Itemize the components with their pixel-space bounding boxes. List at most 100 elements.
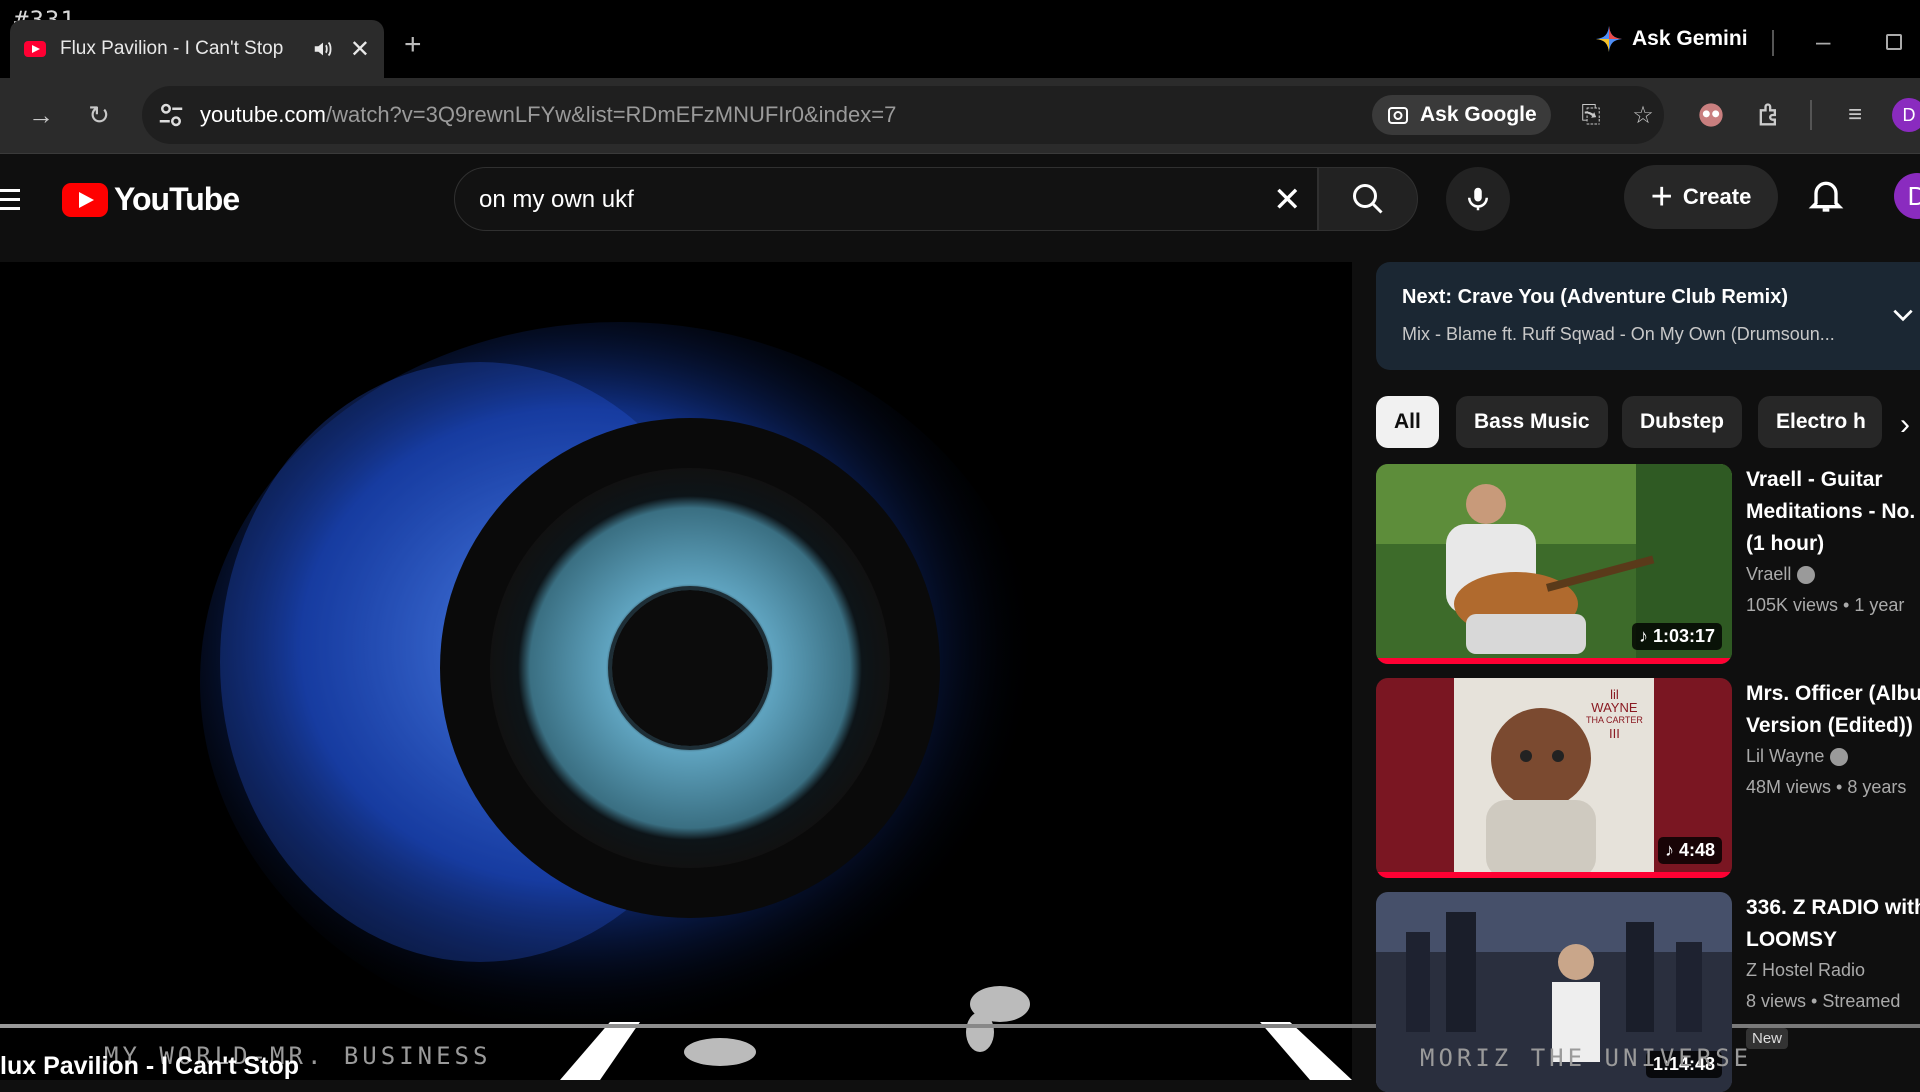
video-title-line: Mrs. Officer (Albu <box>1746 682 1920 705</box>
video-stats: 8 views • Streamed <box>1746 991 1901 1011</box>
gemini-sparkle-icon <box>1596 26 1622 52</box>
create-button[interactable]: + Create <box>1624 165 1778 229</box>
chip-bass-music[interactable]: Bass Music <box>1456 396 1608 448</box>
media-controls-icon[interactable]: ≡ <box>1838 98 1872 132</box>
channel-name[interactable]: Vraell <box>1746 564 1920 585</box>
up-next-label: Next: <box>1402 286 1453 308</box>
video-title-line: Vraell - Guitar <box>1746 468 1883 491</box>
profile-avatar[interactable]: D <box>1892 98 1920 132</box>
channel-name-text: Z Hostel Radio <box>1746 960 1866 980</box>
youtube-wordmark: YouTube <box>114 181 240 217</box>
music-note-icon: ♪ <box>1664 840 1674 860</box>
youtube-favicon-icon <box>24 41 46 57</box>
url-host: youtube.com <box>200 102 326 127</box>
up-next-card[interactable]: Next: Crave You (Adventure Club Remix) M… <box>1376 262 1920 370</box>
youtube-header: YouTube on my own ukf ✕ + Create D <box>0 155 1920 259</box>
clear-search-icon[interactable]: ✕ <box>1273 180 1302 220</box>
duration-label: 4:48 <box>1678 840 1715 860</box>
create-label: Create <box>1682 184 1752 209</box>
search-icon <box>1353 184 1383 214</box>
video-player[interactable]: MY WORLD-MR. BUSINESS lux Pavilion - I C… <box>0 262 1352 1080</box>
menu-icon[interactable] <box>0 189 20 216</box>
ask-gemini-button[interactable]: Ask Gemini <box>1596 26 1748 52</box>
divider <box>1772 30 1774 56</box>
video-title-line: LOOMSY <box>1746 928 1838 951</box>
account-avatar[interactable]: D <box>1894 173 1920 219</box>
extensions-puzzle-icon[interactable] <box>1752 98 1786 132</box>
video-title-line: Version (Edited)) <box>1746 714 1913 737</box>
chevron-down-icon[interactable] <box>1890 302 1916 328</box>
new-tab-button[interactable]: + <box>404 28 422 62</box>
video-title-line: (1 hour) <box>1746 532 1825 555</box>
ask-gemini-label: Ask Gemini <box>1632 27 1748 50</box>
browser-toolbar: → ↻ youtube.com/watch?v=3Q9rewnLFYw&list… <box>0 78 1920 154</box>
browser-tab-strip: #331 Flux Pavilion - I Can't Stop ✕ + As… <box>0 0 1920 78</box>
channel-name[interactable]: Lil Wayne <box>1746 746 1920 767</box>
video-meta: 336. Z RADIO with LOOMSY Z Hostel Radio … <box>1746 892 1920 1012</box>
divider <box>1810 100 1812 130</box>
ask-google-label: Ask Google <box>1420 103 1537 126</box>
new-badge: New <box>1746 1028 1789 1049</box>
video-duration: ♪ 1:03:17 <box>1631 623 1722 650</box>
up-next-title-line: Next: Crave You (Adventure Club Remix) <box>1402 286 1788 309</box>
lens-icon <box>1388 107 1408 124</box>
video-title-line: Meditations - No. <box>1746 500 1916 523</box>
notifications-bell-icon[interactable] <box>1806 175 1846 215</box>
maximize-icon[interactable] <box>1886 34 1902 50</box>
video-overlay-title: lux Pavilion - I Can't Stop <box>0 1052 300 1080</box>
bookmark-star-icon[interactable]: ☆ <box>1626 98 1660 132</box>
verified-check-icon <box>1830 747 1849 766</box>
channel-name-text: Vraell <box>1746 564 1792 584</box>
browser-tab-active[interactable]: Flux Pavilion - I Can't Stop ✕ <box>10 20 384 78</box>
watch-progress-bar <box>1376 872 1732 878</box>
cover-text-line: WAYNE <box>1591 700 1638 715</box>
minimize-icon[interactable]: – <box>1816 26 1830 57</box>
mix-playlist-title: Mix - Blame ft. Ruff Sqwad - On My Own (… <box>1402 324 1835 344</box>
video-thumbnail[interactable]: ♪ 1:03:17 <box>1376 464 1732 664</box>
youtube-play-icon <box>62 182 108 217</box>
tab-close-icon[interactable]: ✕ <box>350 35 370 64</box>
chip-electro[interactable]: Electro h <box>1758 396 1882 448</box>
video-thumbnail[interactable]: lil WAYNE THA CARTER III ♪ 4:48 <box>1376 678 1732 878</box>
video-title-line: 336. Z RADIO with <box>1746 896 1920 919</box>
chevron-right-icon[interactable]: › <box>1900 408 1910 442</box>
filter-chips: All Bass Music Dubstep Electro h › <box>1376 396 1920 450</box>
list-item[interactable]: ♪ 1:03:17 Vraell - Guitar Meditations - N… <box>1376 464 1920 670</box>
list-item[interactable]: lil WAYNE THA CARTER III ♪ 4:48 Mrs. Offi… <box>1376 678 1920 884</box>
tab-title: Flux Pavilion - I Can't Stop <box>59 38 284 59</box>
channel-name[interactable]: Z Hostel Radio <box>1746 960 1920 981</box>
video-stats: 48M views • 8 years <box>1746 777 1907 797</box>
forward-icon[interactable]: → <box>24 98 58 132</box>
address-bar[interactable]: youtube.com/watch?v=3Q9rewnLFYw&list=RDm… <box>142 86 1664 144</box>
watch-progress-bar <box>1376 658 1732 664</box>
duration-label: 1:03:17 <box>1652 626 1715 646</box>
ask-google-button[interactable]: Ask Google <box>1372 95 1551 135</box>
plus-icon: + <box>1650 176 1673 218</box>
cover-text-line: III <box>1609 726 1620 741</box>
channel-name-text: Lil Wayne <box>1746 746 1825 766</box>
verified-check-icon <box>1797 565 1816 584</box>
voice-search-button[interactable] <box>1446 167 1510 231</box>
video-meta: Vraell - Guitar Meditations - No. (1 hou… <box>1746 464 1920 616</box>
install-app-icon[interactable]: ⎘ <box>1574 98 1608 132</box>
video-duration: ♪ 4:48 <box>1657 837 1722 864</box>
reload-icon[interactable]: ↻ <box>82 98 116 132</box>
microphone-icon <box>1468 187 1488 211</box>
search-input[interactable]: on my own ukf ✕ <box>454 167 1318 231</box>
search-button[interactable] <box>1318 167 1418 231</box>
video-meta: Mrs. Officer (Albu Version (Edited)) Lil… <box>1746 678 1920 798</box>
extension-avatar-icon[interactable] <box>1694 98 1728 132</box>
music-note-icon: ♪ <box>1638 626 1648 646</box>
chip-all[interactable]: All <box>1376 396 1439 448</box>
up-next-title: Crave You (Adventure Club Remix) <box>1457 286 1789 308</box>
url-text: youtube.com/watch?v=3Q9rewnLFYw&list=RDm… <box>200 102 896 128</box>
speaker-icon[interactable] <box>312 38 334 60</box>
album-cover-text: lil WAYNE THA CARTER III <box>1586 688 1643 740</box>
video-frame-speaker-artwork <box>200 322 1352 1080</box>
chip-dubstep[interactable]: Dubstep <box>1622 396 1742 448</box>
youtube-logo[interactable]: YouTube <box>62 181 240 218</box>
video-stats: 105K views • 1 year <box>1746 595 1905 615</box>
search-query: on my own ukf <box>479 186 634 213</box>
url-path: /watch?v=3Q9rewnLFYw&list=RDmEFzMNUFIr0&… <box>325 102 897 127</box>
site-settings-icon[interactable] <box>156 100 186 130</box>
